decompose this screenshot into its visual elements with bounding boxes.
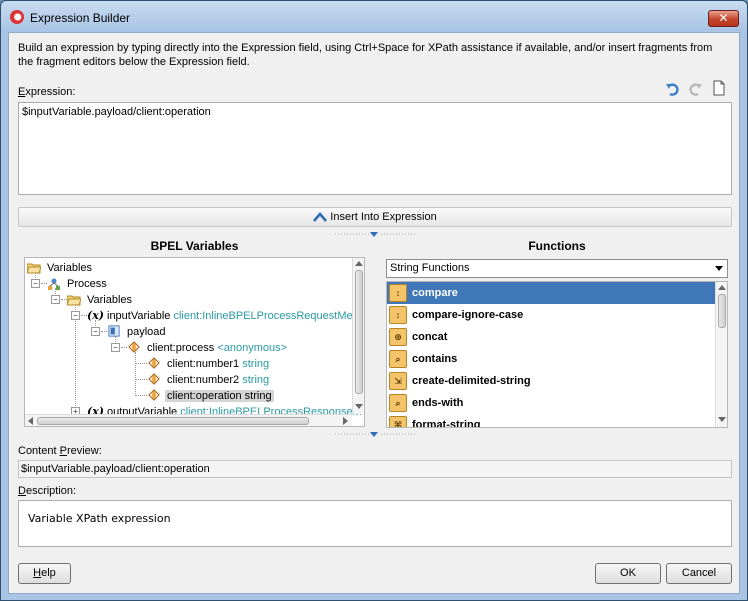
- selected-item-highlight: client:operation string: [165, 390, 274, 402]
- xml-element-icon: [128, 341, 140, 353]
- tree-item-payload[interactable]: payload: [107, 324, 166, 340]
- expression-value: $inputVariable.payload/client:operation: [22, 106, 211, 118]
- cancel-button[interactable]: Cancel: [666, 563, 732, 584]
- xml-element-icon: [148, 357, 160, 369]
- bpel-variables-heading: BPEL Variables: [150, 239, 239, 253]
- content-preview-field: $inputVariable.payload/client:operation: [18, 460, 732, 478]
- clear-icon[interactable]: [711, 80, 727, 96]
- chevron-up-icon: [313, 212, 328, 222]
- functions-vertical-scroll-thumb[interactable]: [718, 294, 726, 328]
- chevron-down-icon: [715, 266, 723, 271]
- function-item[interactable]: ⇲ create-delimited-string: [387, 370, 715, 392]
- folder-open-icon: [67, 295, 81, 306]
- insert-button-label: Insert Into Expression: [330, 211, 437, 223]
- functions-list[interactable]: ↕ compare ↕ compare-ignore-case ⊕ concat ⌕ c…: [386, 281, 728, 428]
- insert-into-expression-button[interactable]: Insert Into Expression: [18, 207, 732, 227]
- bottom-splitter-handle[interactable]: [335, 431, 415, 438]
- function-item[interactable]: ↕ compare: [387, 282, 715, 304]
- tree-item-number1[interactable]: client:number1 string: [147, 356, 269, 372]
- collapse-toggle[interactable]: −: [111, 343, 120, 352]
- tree-item-operation[interactable]: client:operation string: [147, 388, 274, 404]
- ok-button[interactable]: OK: [595, 563, 661, 584]
- message-part-icon: [108, 325, 120, 337]
- redo-icon[interactable]: [687, 81, 703, 97]
- intro-text: Build an expression by typing directly i…: [18, 42, 713, 68]
- close-button[interactable]: ✕: [708, 10, 739, 27]
- folder-open-icon: [27, 263, 41, 274]
- dialog-body: Build an expression by typing directly i…: [8, 32, 740, 594]
- scroll-down-arrow-icon[interactable]: [355, 404, 363, 410]
- tree-item-variables-root[interactable]: Variables: [27, 260, 92, 276]
- function-item[interactable]: ⌕ contains: [387, 348, 715, 370]
- scroll-up-arrow-icon[interactable]: [355, 260, 363, 266]
- scroll-up-arrow-icon[interactable]: [718, 284, 726, 290]
- process-icon: [48, 278, 60, 290]
- tree-item-number2[interactable]: client:number2 string: [147, 372, 269, 388]
- content-preview-label: Content Preview:: [18, 445, 102, 457]
- tree-vertical-scroll-thumb[interactable]: [355, 270, 363, 394]
- scroll-right-arrow-icon[interactable]: [343, 417, 349, 425]
- function-item[interactable]: ⌘ format-string: [387, 414, 715, 427]
- collapse-toggle[interactable]: −: [71, 311, 80, 320]
- tree-item-client-process[interactable]: client:process <anonymous>: [127, 340, 287, 356]
- function-icon: ⇲: [389, 372, 407, 390]
- collapse-toggle[interactable]: −: [31, 279, 40, 288]
- title-bar[interactable]: Expression Builder ✕: [1, 1, 747, 31]
- function-icon: ⌕: [389, 394, 407, 412]
- function-icon: ↕: [389, 284, 407, 302]
- collapse-toggle[interactable]: −: [91, 327, 100, 336]
- scroll-left-arrow-icon[interactable]: [27, 417, 33, 425]
- functions-heading: Functions: [528, 239, 586, 253]
- function-icon: ⌘: [389, 416, 407, 427]
- tree-vertical-scrollbar[interactable]: [352, 258, 364, 414]
- xml-element-icon: [148, 389, 160, 401]
- bpel-variables-tree[interactable]: Variables − Process − Variables − (x) in…: [24, 257, 365, 427]
- top-splitter-handle[interactable]: [335, 231, 415, 238]
- undo-icon[interactable]: [665, 81, 681, 97]
- function-category-select[interactable]: String Functions: [386, 259, 728, 278]
- functions-vertical-scrollbar[interactable]: [715, 282, 727, 427]
- oracle-logo-icon: [10, 10, 24, 24]
- function-icon: ⌕: [389, 350, 407, 368]
- function-item[interactable]: ⌕ ends-with: [387, 392, 715, 414]
- tree-item-process[interactable]: Process: [47, 276, 107, 292]
- tree-horizontal-scroll-thumb[interactable]: [37, 417, 309, 425]
- function-icon: ⊕: [389, 328, 407, 346]
- function-item[interactable]: ⊕ concat: [387, 326, 715, 348]
- help-button[interactable]: Help: [18, 563, 71, 584]
- xml-element-icon: [148, 373, 160, 385]
- collapse-toggle[interactable]: −: [51, 295, 60, 304]
- window-title: Expression Builder: [30, 11, 131, 25]
- tree-horizontal-scrollbar[interactable]: [25, 414, 352, 426]
- description-field: Variable XPath expression: [18, 500, 732, 547]
- expression-label: Expression:: [18, 86, 76, 98]
- tree-item-variables[interactable]: Variables: [67, 292, 132, 308]
- variable-icon: (x): [87, 309, 104, 322]
- expression-builder-window: Expression Builder ✕ Build an expression…: [0, 0, 748, 601]
- description-label: Description:: [18, 485, 77, 497]
- scroll-down-arrow-icon[interactable]: [718, 417, 726, 423]
- tree-item-input-variable[interactable]: (x) inputVariable client:InlineBPELProce…: [87, 308, 364, 324]
- function-icon: ↕: [389, 306, 407, 324]
- function-item[interactable]: ↕ compare-ignore-case: [387, 304, 715, 326]
- expression-field[interactable]: $inputVariable.payload/client:operation: [18, 102, 732, 195]
